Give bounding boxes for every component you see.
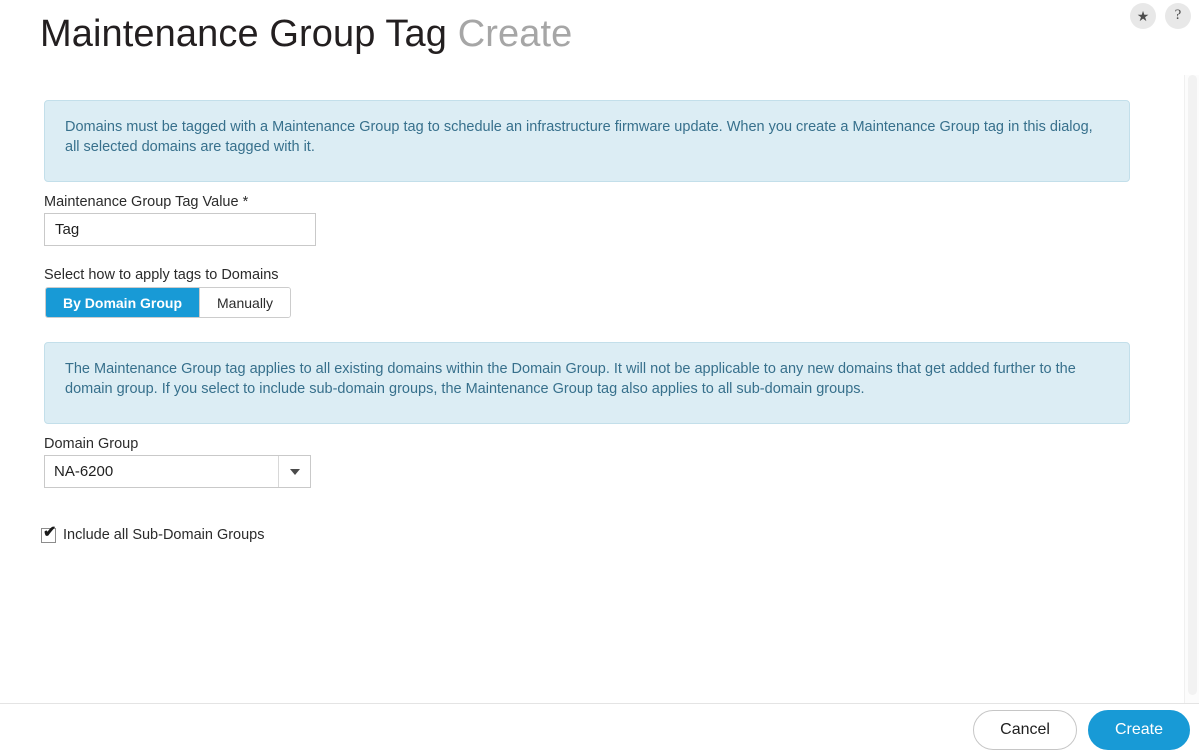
question-mark-icon: ? (1174, 6, 1182, 23)
include-sub-domain-groups-checkbox[interactable]: ✔ (41, 523, 57, 543)
domain-group-select[interactable]: NA-6200 (44, 455, 311, 488)
domain-group-label: Domain Group (44, 436, 139, 452)
page-title: Maintenance Group Tag Create (40, 8, 572, 60)
favorite-button[interactable]: ★ (1130, 3, 1156, 29)
footer-actions: Cancel Create (973, 710, 1190, 750)
page-header: Maintenance Group Tag Create ★ ? (0, 0, 1199, 72)
apply-mode-option-manually[interactable]: Manually (199, 288, 291, 317)
apply-mode-label: Select how to apply tags to Domains (44, 267, 279, 283)
create-button[interactable]: Create (1087, 710, 1190, 750)
maintenance-group-tag-create-page: Maintenance Group Tag Create ★ ? Domains… (0, 0, 1199, 755)
tag-value-input[interactable] (44, 213, 316, 246)
domain-group-dropdown-button[interactable] (278, 456, 310, 487)
domain-group-selected-value: NA-6200 (54, 463, 114, 480)
star-icon: ★ (1136, 8, 1150, 24)
dialog-footer: Cancel Create (0, 703, 1199, 755)
apply-mode-option-by-domain-group[interactable]: By Domain Group (46, 288, 200, 317)
form-content-area: Domains must be tagged with a Maintenanc… (0, 72, 1199, 703)
vertical-scrollbar-thumb[interactable] (1188, 75, 1197, 695)
info-banner-tagging-text: Domains must be tagged with a Maintenanc… (65, 119, 1093, 155)
checkmark-icon: ✔ (43, 523, 57, 541)
include-sub-domain-groups-label: Include all Sub-Domain Groups (63, 527, 265, 543)
help-button[interactable]: ? (1165, 3, 1191, 29)
include-sub-domain-groups-row[interactable]: ✔ Include all Sub-Domain Groups (41, 523, 265, 543)
vertical-scrollbar[interactable] (1184, 75, 1199, 703)
tag-value-label-text: Maintenance Group Tag Value (44, 194, 239, 210)
info-banner-tagging: Domains must be tagged with a Maintenanc… (44, 100, 1130, 182)
chevron-down-icon (289, 468, 300, 475)
info-banner-domain-group: The Maintenance Group tag applies to all… (44, 342, 1130, 424)
apply-mode-segmented-control: By Domain Group Manually (45, 287, 292, 318)
tag-value-label: Maintenance Group Tag Value * (44, 194, 248, 210)
header-actions: ★ ? (1130, 3, 1191, 29)
required-marker: * (242, 194, 249, 210)
info-banner-domain-group-text: The Maintenance Group tag applies to all… (65, 361, 1076, 397)
cancel-button[interactable]: Cancel (973, 710, 1077, 750)
page-title-sub: Create (457, 13, 573, 55)
page-title-main: Maintenance Group Tag (40, 13, 448, 55)
